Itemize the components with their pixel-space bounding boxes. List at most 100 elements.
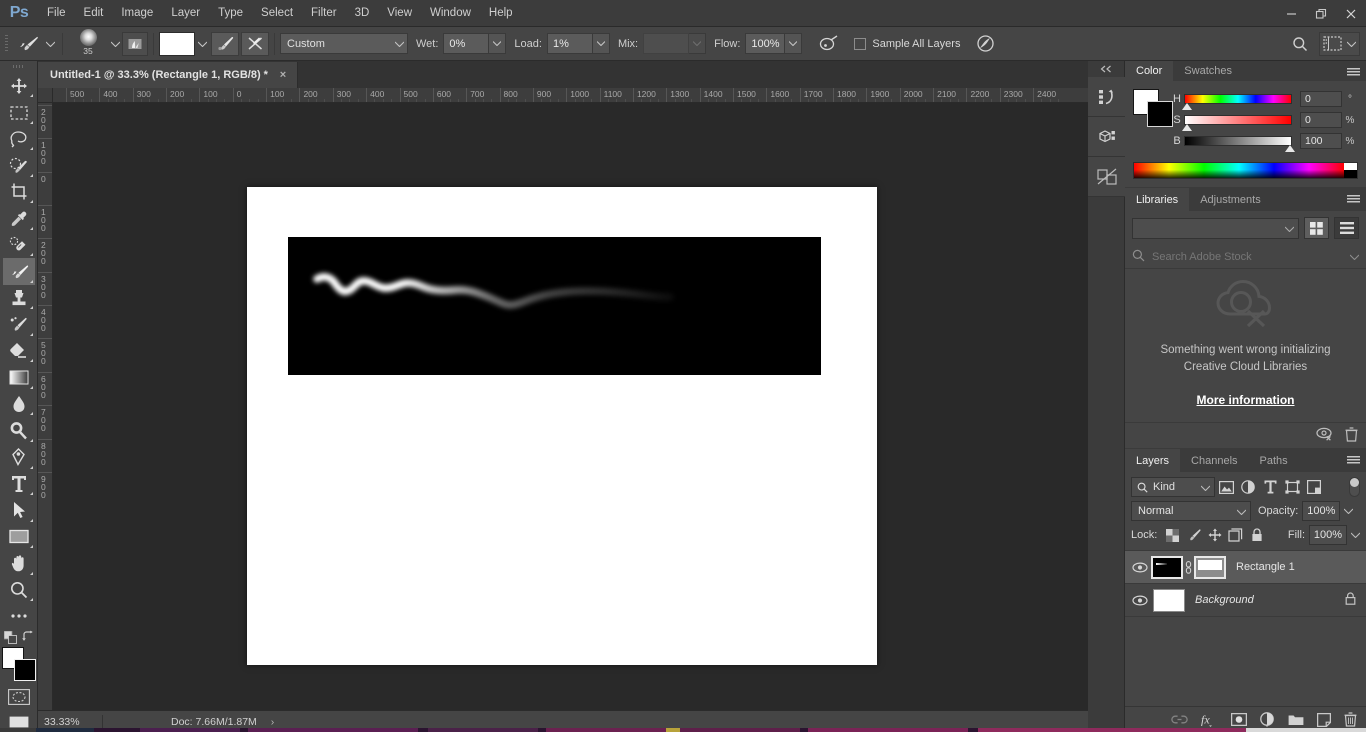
- more-information-link[interactable]: More information: [1197, 393, 1295, 407]
- new-group-icon[interactable]: [1288, 713, 1304, 726]
- tab-channels[interactable]: Channels: [1180, 449, 1249, 472]
- hue-slider-track[interactable]: [1182, 94, 1292, 111]
- layer-name[interactable]: Rectangle 1: [1236, 561, 1295, 573]
- load-brush-options-button[interactable]: [122, 31, 148, 56]
- zoom-level-field[interactable]: 33.33%: [38, 716, 94, 728]
- search-icon[interactable]: [1285, 31, 1315, 57]
- tab-adjustments[interactable]: Adjustments: [1189, 188, 1272, 211]
- blend-mode-select[interactable]: Normal: [1131, 501, 1251, 521]
- zoom-tool[interactable]: [3, 577, 35, 604]
- brush-load-chevron-down-icon[interactable]: [195, 31, 209, 57]
- menu-view[interactable]: View: [378, 0, 421, 27]
- eyedropper-tool[interactable]: [3, 205, 35, 232]
- saturation-slider-thumb[interactable]: [1182, 124, 1193, 132]
- lock-artboard-icon[interactable]: [1225, 526, 1246, 544]
- delete-layer-icon[interactable]: [1344, 712, 1357, 727]
- close-icon[interactable]: ×: [277, 69, 289, 81]
- rectangle-tool[interactable]: [3, 524, 35, 551]
- crop-tool[interactable]: [3, 179, 35, 206]
- brush-preset-chevron-down-icon[interactable]: [108, 31, 122, 57]
- airbrush-icon[interactable]: [814, 31, 844, 57]
- adobe-stock-search[interactable]: Search Adobe Stock: [1125, 245, 1366, 269]
- tab-paths[interactable]: Paths: [1248, 449, 1299, 472]
- more-tools[interactable]: [3, 603, 35, 630]
- clean-brush-after-each-stroke-icon[interactable]: [241, 31, 269, 56]
- panel-menu-icon[interactable]: [1347, 188, 1360, 211]
- tab-swatches[interactable]: Swatches: [1173, 61, 1243, 81]
- layer-visibility-icon[interactable]: [1129, 584, 1151, 617]
- quick-mask-icon[interactable]: [6, 687, 32, 707]
- menu-3d[interactable]: 3D: [346, 0, 379, 27]
- menu-edit[interactable]: Edit: [75, 0, 113, 27]
- sync-error-icon[interactable]: [1316, 427, 1333, 444]
- 3d-panel-icon[interactable]: [1088, 117, 1125, 157]
- mix-preset-select[interactable]: Custom: [280, 33, 408, 54]
- clone-stamp-tool[interactable]: [3, 285, 35, 312]
- layer-name[interactable]: Background: [1195, 594, 1254, 606]
- pressure-for-size-icon[interactable]: [970, 31, 1000, 57]
- workspace-switcher[interactable]: [1319, 31, 1360, 56]
- load-brush-after-each-stroke-icon[interactable]: [211, 31, 239, 56]
- brush-preset-picker[interactable]: 35: [68, 29, 108, 58]
- filter-adjustment-icon[interactable]: [1237, 477, 1259, 497]
- panel-menu-icon[interactable]: [1347, 61, 1360, 84]
- document-tab[interactable]: Untitled-1 @ 33.3% (Rectangle 1, RGB/8) …: [38, 62, 298, 88]
- brightness-value-input[interactable]: 100: [1300, 133, 1342, 150]
- mixer-brush-tool-icon[interactable]: [13, 31, 43, 57]
- filter-toggle-switch[interactable]: [1349, 477, 1360, 497]
- quick-selection-tool[interactable]: [3, 152, 35, 179]
- tab-color[interactable]: Color: [1125, 61, 1174, 81]
- eraser-tool[interactable]: [3, 338, 35, 365]
- layer-thumbnail[interactable]: [1151, 555, 1183, 579]
- opacity-chevron-down-icon[interactable]: [1343, 505, 1354, 517]
- load-input[interactable]: 1%: [546, 33, 593, 54]
- adjustment-layer-icon[interactable]: [1260, 712, 1275, 727]
- lock-image-pixels-icon[interactable]: [1183, 526, 1204, 544]
- layer-thumbnail[interactable]: [1153, 588, 1185, 612]
- properties-panel-icon[interactable]: [1088, 157, 1125, 197]
- menu-filter[interactable]: Filter: [302, 0, 346, 27]
- saturation-value-input[interactable]: 0: [1300, 112, 1342, 129]
- wet-stepper-chevron-down-icon[interactable]: [489, 33, 507, 54]
- menu-type[interactable]: Type: [209, 0, 252, 27]
- filter-kind-select[interactable]: Kind: [1131, 477, 1215, 497]
- filter-shape-icon[interactable]: [1281, 477, 1303, 497]
- flow-stepper-chevron-down-icon[interactable]: [785, 33, 803, 54]
- restore-icon[interactable]: [1306, 0, 1336, 27]
- history-panel-icon[interactable]: [1088, 77, 1125, 117]
- menu-help[interactable]: Help: [480, 0, 522, 27]
- hue-value-input[interactable]: 0: [1300, 91, 1342, 108]
- hand-tool[interactable]: [3, 550, 35, 577]
- swap-colors-icon[interactable]: [21, 630, 35, 646]
- wet-input[interactable]: 0%: [443, 33, 490, 54]
- grid-view-icon[interactable]: [1304, 217, 1329, 239]
- minimize-icon[interactable]: [1276, 0, 1306, 27]
- layer-style-fx-icon[interactable]: fx: [1201, 712, 1218, 727]
- lock-transparent-pixels-icon[interactable]: [1162, 526, 1183, 544]
- lock-all-icon[interactable]: [1246, 526, 1267, 544]
- collapse-panels-icon[interactable]: [1088, 61, 1124, 77]
- new-layer-icon[interactable]: [1317, 712, 1331, 727]
- menu-select[interactable]: Select: [252, 0, 302, 27]
- filter-pixel-icon[interactable]: [1215, 477, 1237, 497]
- lock-position-icon[interactable]: [1204, 526, 1225, 544]
- layer-row-background[interactable]: Background: [1125, 584, 1366, 617]
- search-input-placeholder[interactable]: Search Adobe Stock: [1152, 251, 1350, 263]
- rectangle-1-shape[interactable]: [288, 237, 821, 375]
- filter-smart-object-icon[interactable]: [1303, 477, 1325, 497]
- close-icon[interactable]: [1336, 0, 1366, 27]
- load-stepper-chevron-down-icon[interactable]: [592, 33, 610, 54]
- spectrum-gradient[interactable]: [1134, 162, 1344, 178]
- delete-icon[interactable]: [1345, 426, 1358, 445]
- canvas-scroll-area[interactable]: [53, 103, 1088, 710]
- filter-type-icon[interactable]: [1259, 477, 1281, 497]
- mix-input[interactable]: [643, 33, 690, 54]
- brightness-slider-track[interactable]: [1184, 136, 1295, 153]
- mixer-brush-tool[interactable]: [2, 258, 35, 285]
- dodge-tool[interactable]: [3, 417, 35, 444]
- current-brush-load-color-swatch[interactable]: [159, 31, 195, 56]
- background-color-swatch[interactable]: [1147, 100, 1173, 127]
- tab-libraries[interactable]: Libraries: [1125, 188, 1190, 211]
- layer-mask-link-icon[interactable]: [1183, 560, 1194, 574]
- chevron-down-icon[interactable]: [1349, 251, 1360, 263]
